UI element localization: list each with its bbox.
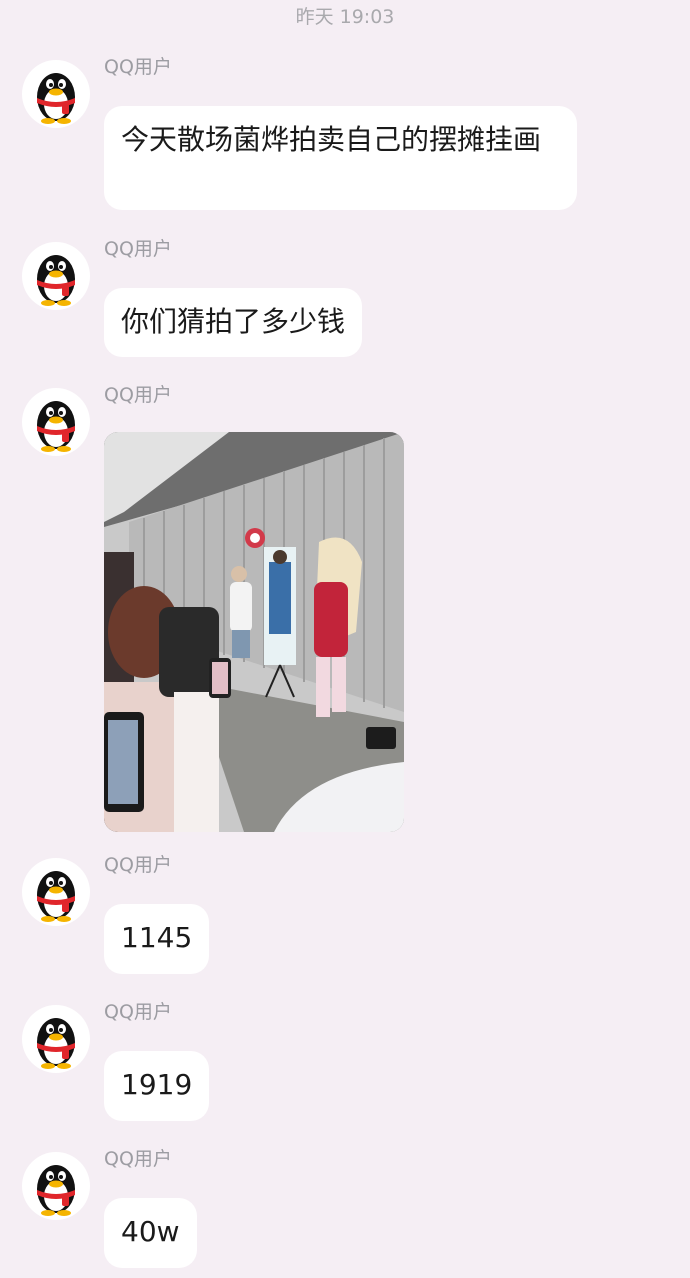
sender-name: QQ用户 (104, 238, 172, 260)
qq-penguin-icon[interactable] (22, 60, 90, 128)
message-bubble[interactable]: 1919 (104, 1051, 210, 1121)
sender-name: QQ用户 (104, 384, 172, 406)
message-bubble[interactable]: 你们猜拍了多少钱 (104, 288, 363, 357)
message-bubble[interactable]: 今天散场菌烨拍卖自己的摆摊挂画 (104, 106, 577, 210)
qq-penguin-icon[interactable] (22, 858, 90, 926)
qq-penguin-icon[interactable] (22, 242, 90, 310)
qq-penguin-icon[interactable] (22, 388, 90, 456)
message-bubble[interactable]: 1145 (104, 904, 210, 974)
qq-penguin-icon[interactable] (22, 1152, 90, 1220)
message-photo[interactable] (104, 432, 404, 832)
sender-name: QQ用户 (104, 854, 172, 876)
message-bubble[interactable]: 40w (104, 1198, 197, 1268)
qq-penguin-icon[interactable] (22, 1005, 90, 1073)
sender-name: QQ用户 (104, 56, 172, 78)
sender-name: QQ用户 (104, 1148, 172, 1170)
chat-timestamp: 昨天 19:03 (295, 6, 395, 28)
sender-name: QQ用户 (104, 1001, 172, 1023)
